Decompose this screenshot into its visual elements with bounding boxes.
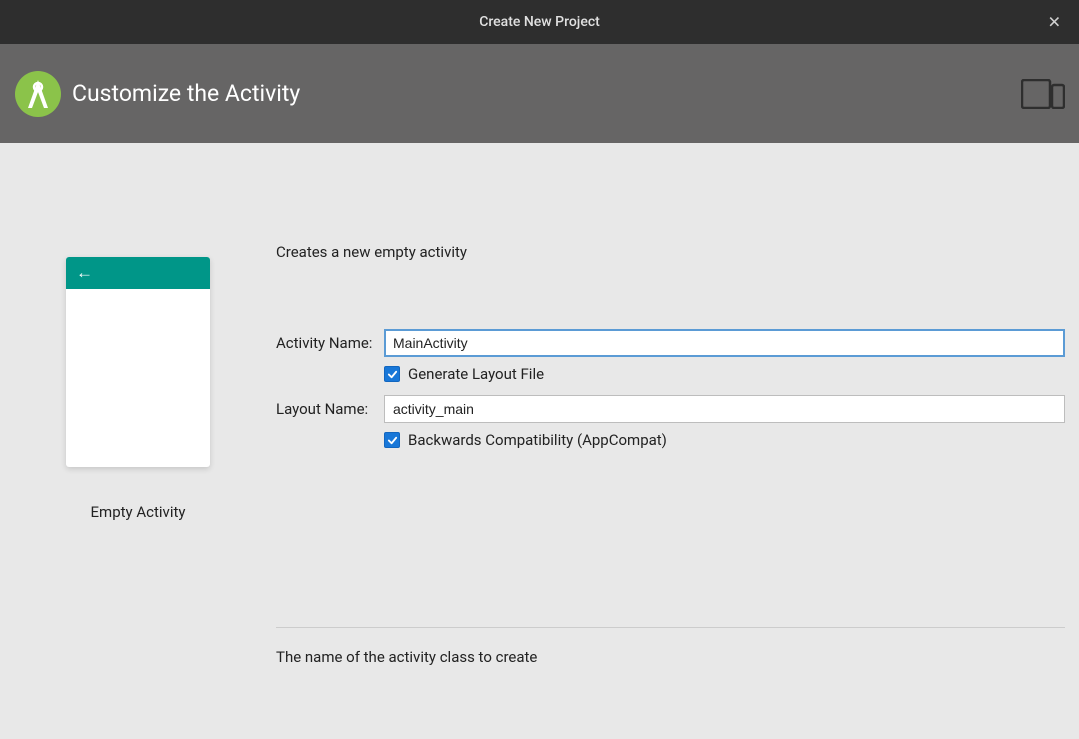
layout-name-label: Layout Name: (276, 400, 384, 418)
layout-name-input[interactable] (384, 395, 1065, 423)
close-icon[interactable]: ✕ (1048, 13, 1061, 32)
backwards-compat-label: Backwards Compatibility (AppCompat) (408, 431, 667, 449)
android-studio-logo-icon (14, 70, 62, 118)
activity-name-label: Activity Name: (276, 334, 384, 352)
form-description: Creates a new empty activity (276, 243, 1065, 261)
activity-name-input[interactable] (384, 329, 1065, 357)
header-left: Customize the Activity (14, 70, 300, 118)
layout-name-row: Layout Name: (276, 395, 1065, 423)
generate-layout-label: Generate Layout File (408, 365, 544, 383)
activity-name-row: Activity Name: (276, 329, 1065, 357)
backwards-compat-checkbox[interactable] (384, 432, 400, 448)
form-column: Creates a new empty activity Activity Na… (276, 243, 1079, 739)
device-preview-icon (1021, 79, 1065, 109)
header-title: Customize the Activity (72, 80, 300, 107)
help-text: The name of the activity class to create (276, 648, 1065, 666)
content-area: ← Empty Activity Creates a new empty act… (0, 143, 1079, 739)
header-banner: Customize the Activity (0, 44, 1079, 143)
preview-label: Empty Activity (91, 503, 186, 521)
divider (276, 627, 1065, 628)
back-arrow-icon: ← (76, 263, 93, 283)
generate-layout-row: Generate Layout File (384, 365, 1065, 383)
activity-preview: ← (66, 257, 210, 467)
preview-toolbar: ← (66, 257, 210, 289)
window-title: Create New Project (479, 14, 600, 30)
backwards-compat-row: Backwards Compatibility (AppCompat) (384, 431, 1065, 449)
generate-layout-checkbox[interactable] (384, 366, 400, 382)
titlebar: Create New Project ✕ (0, 0, 1079, 44)
preview-column: ← Empty Activity (0, 243, 276, 739)
